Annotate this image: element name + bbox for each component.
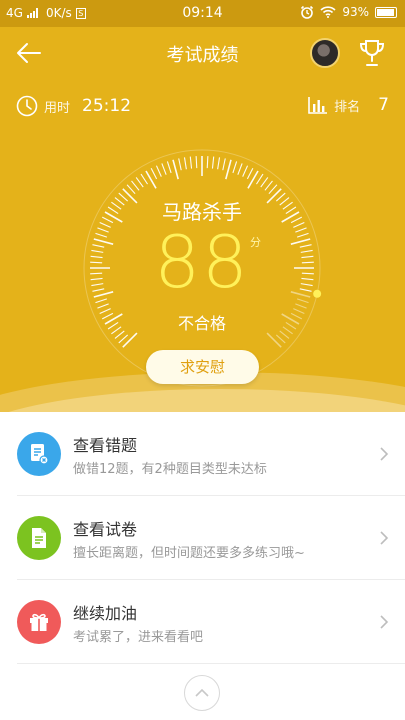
- time-used-value: 25:12: [82, 96, 132, 116]
- status-right: 93%: [300, 5, 397, 19]
- action-item-test-paper[interactable]: 查看试卷 擅长距离题，但时间题还要多多练习哦~: [0, 496, 405, 580]
- time-used: 用时 25:12: [16, 95, 131, 117]
- bar-chart-icon: [308, 97, 328, 114]
- test-paper-icon: [17, 516, 61, 560]
- top-bar: 考试成绩: [0, 27, 405, 79]
- score-unit: 分: [250, 236, 261, 249]
- action-item-keep-going[interactable]: 继续加油 考试累了，进来看看吧: [0, 580, 405, 664]
- score-value: 88: [154, 220, 250, 304]
- action-item-wrong-questions[interactable]: 查看错题 做错12题，有2种题目类型未达标: [0, 412, 405, 496]
- action-title: 查看试卷: [73, 520, 138, 539]
- chevron-up-icon: [195, 688, 209, 697]
- action-subtitle: 做错12题，有2种题目类型未达标: [73, 462, 267, 477]
- action-title: 继续加油: [73, 604, 138, 623]
- status-bar: 4G 0K/s S 09:14 93%: [0, 0, 405, 27]
- action-subtitle: 考试累了，进来看看吧: [73, 630, 204, 645]
- page-title: 考试成绩: [166, 45, 239, 66]
- action-list: 查看错题 做错12题，有2种题目类型未达标 查看试卷 擅长距离题，但时间题还要多…: [0, 412, 405, 664]
- gift-icon: [17, 600, 61, 644]
- chevron-right-icon: [380, 447, 389, 461]
- clock-icon: [16, 95, 38, 117]
- exam-result: 不合格: [177, 314, 226, 333]
- chevron-right-icon: [380, 531, 389, 545]
- avatar[interactable]: [310, 38, 340, 68]
- battery-percent: 93%: [342, 5, 369, 19]
- ranking-value: 7: [378, 95, 389, 115]
- ranking: 排名 7: [308, 95, 389, 115]
- chevron-right-icon: [380, 615, 389, 629]
- battery-icon: [375, 6, 397, 18]
- action-title: 查看错题: [73, 436, 138, 455]
- wrong-questions-icon: [17, 432, 61, 476]
- time-used-label: 用时: [44, 100, 71, 116]
- ranking-label: 排名: [334, 99, 361, 115]
- scroll-up-button[interactable]: [184, 675, 220, 711]
- trophy-icon[interactable]: [357, 37, 387, 69]
- wifi-icon: [320, 6, 336, 18]
- action-subtitle: 擅长距离题，但时间题还要多多练习哦~: [73, 546, 305, 561]
- alarm-icon: [301, 5, 314, 19]
- comfort-button[interactable]: 求安慰: [146, 350, 259, 384]
- divider: [17, 663, 405, 664]
